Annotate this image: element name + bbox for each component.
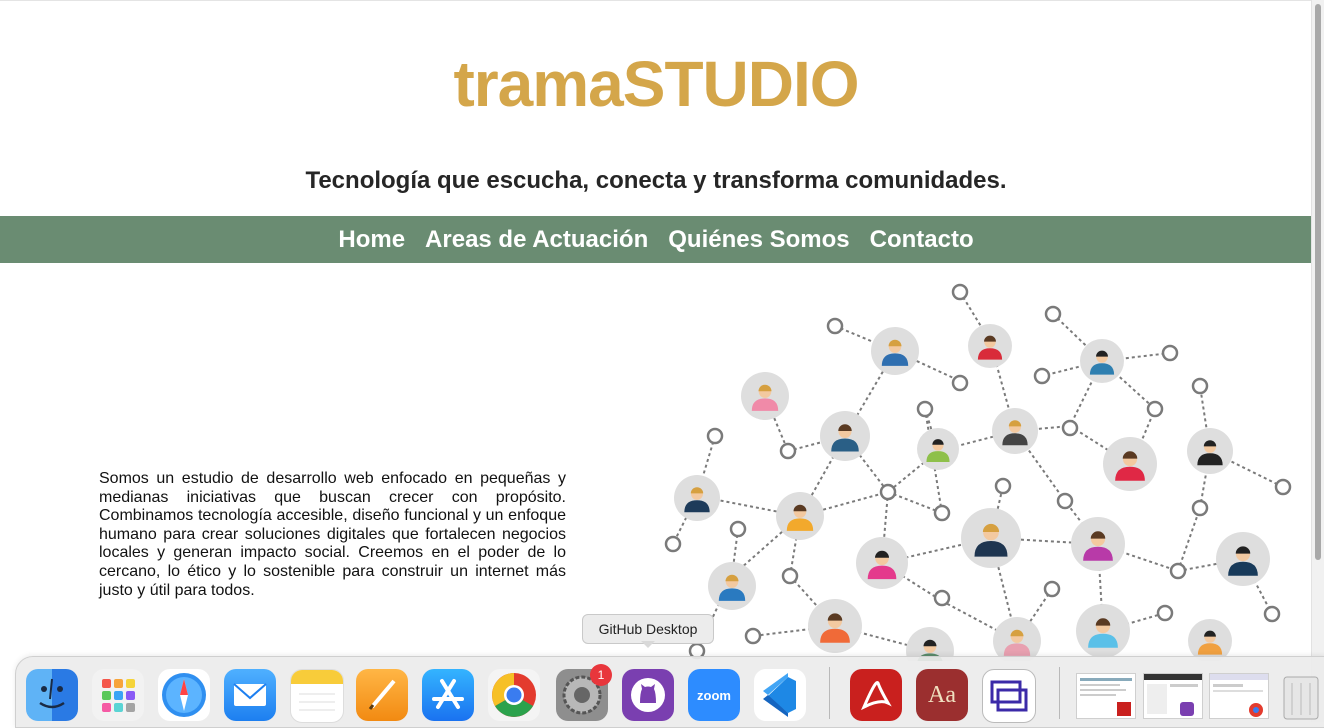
zoom-icon[interactable]: zoom: [688, 669, 740, 721]
nav-quienes-somos[interactable]: Quiénes Somos: [668, 226, 849, 254]
person-avatar-icon: [1071, 517, 1125, 571]
macos-dock: zoom Aa: [15, 656, 1324, 728]
person-avatar-icon: [1076, 604, 1130, 658]
person-avatar-icon: [1188, 619, 1232, 661]
mail-icon[interactable]: [224, 669, 276, 721]
window-thumbnail-chrome[interactable]: [1209, 673, 1269, 719]
vscode-icon[interactable]: [754, 669, 806, 721]
dictionary-icon[interactable]: Aa: [916, 669, 968, 721]
person-avatar-icon: [1080, 339, 1124, 383]
person-avatar-icon: [674, 475, 720, 521]
person-avatar-icon: [961, 508, 1021, 568]
person-avatar-icon: [708, 562, 756, 610]
person-avatar-icon: [992, 408, 1038, 454]
tooltip-arrow: [641, 641, 655, 648]
dictionary-label: Aa: [928, 681, 956, 708]
nav-areas-de-actuacion[interactable]: Areas de Actuación: [425, 226, 648, 254]
chrome-icon[interactable]: [488, 669, 540, 721]
person-avatar-icon: [968, 324, 1012, 368]
person-avatar-icon: [1216, 532, 1270, 586]
intro-paragraph: Somos un estudio de desarrollo web enfoc…: [99, 470, 566, 599]
launchpad-icon[interactable]: [92, 669, 144, 721]
app-store-icon[interactable]: [422, 669, 474, 721]
dock-separator-2: [1059, 667, 1060, 719]
main-navigation: Home Areas de Actuación Quiénes Somos Co…: [0, 216, 1312, 263]
person-avatar-icon: [820, 411, 870, 461]
person-avatar-icon: [856, 537, 908, 589]
acrobat-icon[interactable]: [850, 669, 902, 721]
person-avatar-icon: [1103, 437, 1157, 491]
finder-icon[interactable]: [26, 669, 78, 721]
people-network-illustration: [664, 283, 1292, 661]
scroll-thumb[interactable]: [1315, 4, 1321, 560]
person-avatar-icon: [1187, 428, 1233, 474]
notes-icon[interactable]: [290, 669, 344, 723]
person-avatar-icon: [993, 617, 1041, 661]
dock-tooltip: GitHub Desktop: [582, 614, 714, 644]
github-desktop-icon[interactable]: [622, 669, 674, 721]
safari-icon[interactable]: [158, 669, 210, 721]
person-avatar-icon: [808, 599, 862, 653]
site-tagline: Tecnología que escucha, conecta y transf…: [305, 167, 1007, 194]
site-logo-title[interactable]: tramaSTUDIO: [0, 47, 1312, 121]
screen-capture-icon[interactable]: [982, 669, 1036, 723]
notification-badge: 1: [590, 664, 612, 686]
window-thumbnail-document[interactable]: [1076, 673, 1136, 719]
zoom-label: zoom: [697, 687, 731, 703]
pages-icon[interactable]: [356, 669, 408, 721]
person-avatar-icon: [741, 372, 789, 420]
person-avatar-icon: [917, 428, 959, 470]
dock-separator: [829, 667, 830, 719]
person-avatar-icon: [871, 327, 919, 375]
window-thumbnail-github[interactable]: [1143, 673, 1203, 719]
trash-icon[interactable]: [1278, 669, 1324, 721]
nav-home[interactable]: Home: [338, 226, 405, 254]
nav-contacto[interactable]: Contacto: [870, 226, 974, 254]
person-avatar-icon: [776, 492, 824, 540]
page-scrollbar[interactable]: [1311, 0, 1324, 722]
